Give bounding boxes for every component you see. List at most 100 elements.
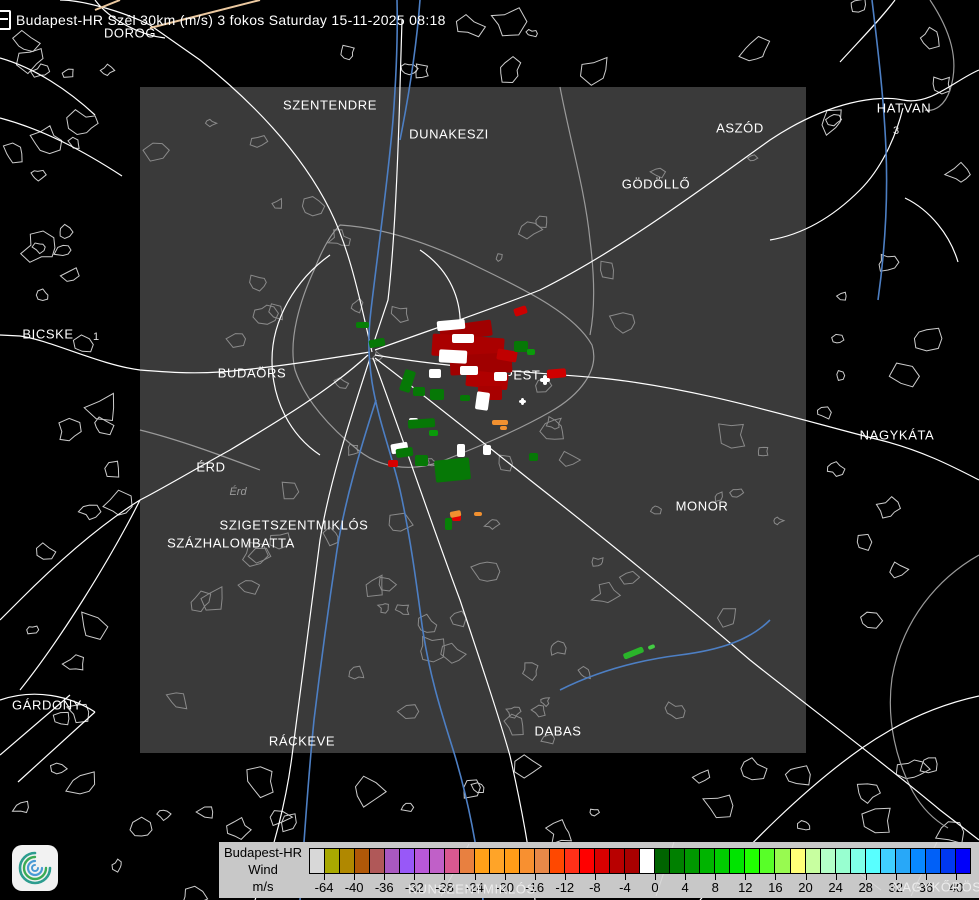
settlement-outline [539,419,564,440]
settlement-outline [66,109,99,136]
settlement-outline [99,63,116,77]
legend-tick-value: 16 [768,880,783,895]
legend-unit-label: m/s [252,879,274,894]
legend-color-cell [835,849,851,873]
legend-color-cell [415,849,431,873]
settlement-outline [190,590,212,613]
map-label-g-d-ll-: GÖDÖLLŐ [621,176,691,192]
roads [0,0,979,900]
settlement-outline [821,109,842,137]
settlement-outline [470,782,485,793]
radar-echo [449,510,462,518]
legend-color-cell [595,849,611,873]
settlement-outline [517,221,544,240]
settlement-outline [390,305,409,323]
legend-color-cell [925,849,941,873]
legend-color-cell [775,849,791,873]
admin-boundaries [139,0,979,829]
radar-echo [395,447,414,458]
map-label-sz-zhalombatta: SZÁZHALOMBATTA [167,535,295,551]
settlement-outline [591,557,604,567]
settlement-outline [860,611,884,629]
settlement-outline [729,488,745,498]
radar-echo [409,418,418,425]
settlement-outline [29,63,51,78]
map-label-r-ckeve: RÁCKEVE [268,733,336,749]
radar-echo [527,349,535,355]
settlement-outline [61,68,74,78]
map-label-monor: MONOR [675,498,729,514]
settlement-outline [740,757,768,781]
legend-tick-value: 24 [828,880,843,895]
legend-color-cell [880,849,896,873]
legend-color-cell [475,849,491,873]
map-label-dunakeszi: DUNAKESZI [409,126,489,142]
radar-echo [368,337,386,349]
settlement-outline [716,608,737,628]
legend-color-cell [355,849,371,873]
settlement-outline [65,703,90,724]
legend-color-cell [610,849,626,873]
settlement-outline [505,706,522,719]
settlement-outline [200,585,223,611]
settlement-outline [333,377,350,389]
settlement-outline [513,754,543,779]
settlement-outline [281,481,300,500]
legend-tick-value: -28 [435,880,454,895]
radar-echo [648,644,655,650]
legend-color-cell [535,849,551,873]
legend-color-cell [940,849,956,873]
city-labels-top-layer: KUNSZENTMIKLÓS NAGYKŐRÖS [0,0,979,900]
legend-color-cell [310,849,326,873]
settlement-outline [65,771,96,795]
title-bar: Budapest-HR Szél 30km (m/s) 3 fokos Satu… [0,10,446,30]
settlement-outline [535,215,548,229]
legend-color-cell [895,849,911,873]
settlement-outline [67,136,80,150]
settlement-outline [94,416,115,436]
radar-echo [415,455,428,466]
radar-echo [543,375,547,385]
radar-echo [513,305,528,317]
map-label-budapest: BUDAPEST [465,367,541,383]
radar-echo [475,391,490,411]
legend-color-cell [580,849,596,873]
settlement-outline [599,260,615,280]
app-logo [12,845,58,891]
legend-color-cell [850,849,866,873]
settlement-outline [500,55,522,84]
legend-caption: Budapest-HR Wind m/s [219,844,307,895]
settlement-outline [156,809,172,822]
radar-echo [407,418,436,429]
settlement-outline [394,604,410,616]
settlement-outline [53,244,72,257]
settlement-outline [590,581,622,604]
settlement-outline [15,48,44,75]
settlement-outline [268,303,283,321]
settlement-outline [271,197,283,209]
settlement-outline [225,333,247,348]
map-label-szigetszentmikl-s: SZIGETSZENTMIKLÓS [219,517,369,533]
rivers [299,0,888,900]
legend-color-cell [685,849,701,873]
settlement-outline [165,692,188,710]
settlement-outline [426,458,438,467]
settlement-outline [30,169,47,182]
city-labels-layer: SZENTENDRE DUNAKESZI ASZÓD GÖDÖLLŐ HATVAN DOR… [0,0,979,900]
legend-tick-value: -32 [404,880,424,895]
settlement-outline [400,63,419,76]
legend-color-cell [790,849,806,873]
settlement-outline [417,613,438,633]
radar-echo [449,352,513,376]
settlement-outline [252,304,279,325]
legend-tick-value: 28 [858,880,873,895]
legend-color-cell [820,849,836,873]
settlement-outline [322,526,339,547]
page-title: Budapest-HR Szél 30km (m/s) 3 fokos Satu… [16,12,446,28]
settlement-outline [415,63,429,79]
radar-echo [452,513,461,521]
settlement-outline [836,369,846,381]
legend-color-cell [490,849,506,873]
legend-color-cell [700,849,716,873]
legend-tick-value: 36 [918,880,934,895]
